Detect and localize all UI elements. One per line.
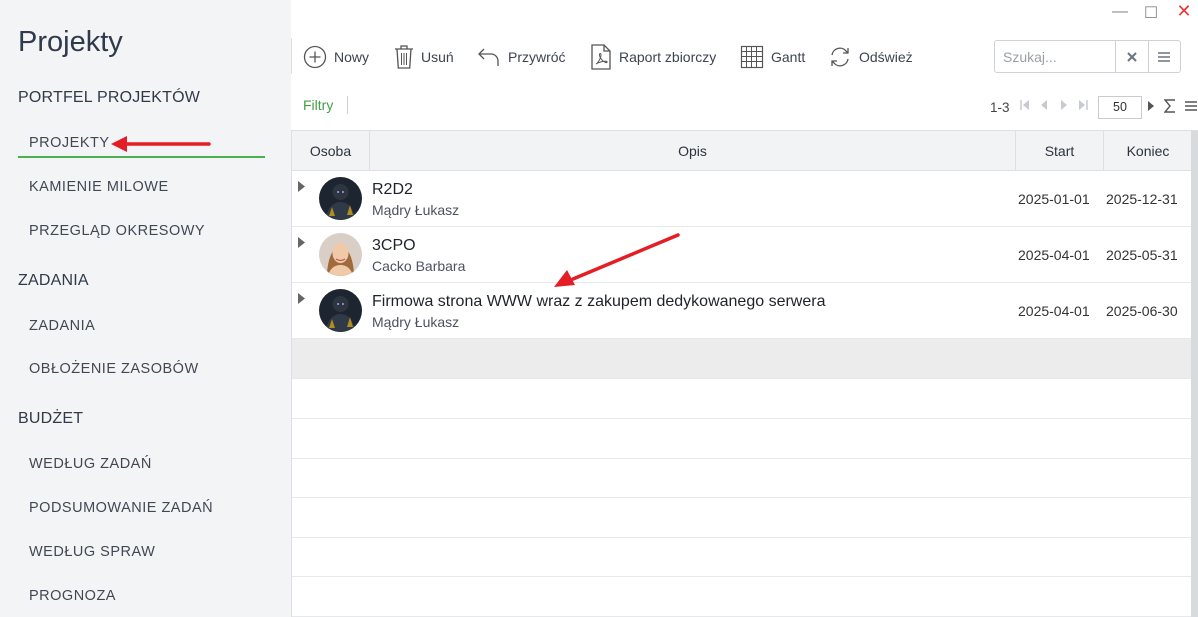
refresh-button[interactable]: Odśwież [828,40,913,74]
grid-line [292,458,1192,459]
play-icon[interactable] [1147,100,1155,112]
page-size-input[interactable]: 50 [1098,96,1142,119]
avatar [319,177,362,220]
expand-row-icon[interactable] [298,237,305,248]
sidebar-item-projekty[interactable]: PROJEKTY [18,128,265,158]
pager-range: 1-3 [990,100,1010,115]
search-options-button[interactable] [1147,41,1181,72]
section-zadania: ZADANIA [18,272,89,289]
section-budzet: BUDŻET [18,410,84,427]
project-title: 3CPO [372,237,416,254]
sidebar-item-zadania[interactable]: ZADANIA [18,311,265,341]
section-portfel: PORTFEL PROJEKTÓW [18,89,201,106]
report-button[interactable]: Raport zbiorczy [590,40,716,74]
project-end-date: 2025-05-31 [1106,247,1178,263]
project-title: R2D2 [372,181,413,198]
search-box [994,40,1181,73]
project-owner: Mądry Łukasz [372,314,460,330]
minimize-button[interactable]: — [1110,3,1130,21]
filters-divider [347,96,348,114]
empty-row [292,339,1192,379]
refresh-button-label: Odśwież [859,49,913,65]
trash-icon [395,45,413,69]
filters-link[interactable]: Filtry [303,97,333,113]
sidebar-item-przeglad-okresowy[interactable]: PRZEGLĄD OKRESOWY [18,216,265,246]
clear-search-button[interactable] [1115,41,1148,72]
table-row[interactable]: 3CPO Cacko Barbara 2025-04-01 2025-05-31 [292,227,1192,283]
project-start-date: 2025-04-01 [1018,303,1090,319]
table-row[interactable]: R2D2 Mądry Łukasz 2025-01-01 2025-12-31 [292,171,1192,227]
columns-menu-icon[interactable] [1185,101,1197,111]
gantt-button-label: Gantt [771,49,806,65]
project-owner: Mądry Łukasz [372,202,460,218]
pdf-file-icon [591,44,611,70]
avatar [319,233,362,276]
first-page-icon[interactable] [1020,99,1030,111]
grid-header: Osoba Opis Start Koniec [292,131,1192,171]
project-end-date: 2025-06-30 [1106,303,1178,319]
column-header-description[interactable]: Opis [370,131,1016,171]
new-button[interactable]: Nowy [303,40,369,74]
sidebar-item-wedlug-zadan[interactable]: WEDŁUG ZADAŃ [18,449,265,479]
delete-button-label: Usuń [421,49,454,65]
expand-row-icon[interactable] [298,181,305,192]
sum-icon[interactable] [1164,99,1176,113]
delete-button[interactable]: Usuń [394,40,454,74]
sidebar-item-oblozenie-zasobow[interactable]: OBŁOŻENIE ZASOBÓW [18,354,265,384]
sidebar-item-prognoza[interactable]: PROGNOZA [18,581,265,611]
table-row[interactable]: Firmowa strona WWW wraz z zakupem dedyko… [292,283,1192,339]
grid-line [292,537,1192,538]
column-header-start[interactable]: Start [1016,131,1104,171]
projects-grid: Osoba Opis Start Koniec R2D2 Mądry Łukas… [291,130,1198,617]
close-icon [1127,51,1137,62]
sidebar-item-kamienie-milowe[interactable]: KAMIENIE MILOWE [18,172,265,202]
menu-icon [1158,51,1171,62]
grid-line [292,418,1192,419]
vertical-scrollbar[interactable] [1191,131,1198,617]
restore-button[interactable]: Przywróć [477,40,566,74]
report-button-label: Raport zbiorczy [619,49,717,65]
expand-row-icon[interactable] [298,293,305,304]
sidebar-item-wedlug-spraw[interactable]: WEDŁUG SPRAW [18,537,265,567]
undo-icon [478,48,499,66]
column-header-person[interactable]: Osoba [292,131,370,171]
prev-page-icon[interactable] [1040,99,1048,111]
project-start-date: 2025-04-01 [1018,247,1090,263]
new-button-label: Nowy [334,49,370,65]
sidebar-item-podsumowanie-zadan[interactable]: PODSUMOWANIE ZADAŃ [18,493,265,523]
gantt-button[interactable]: Gantt [740,40,805,74]
close-button[interactable]: ✕ [1174,1,1194,22]
maximize-button[interactable]: ☐ [1141,3,1161,23]
last-page-icon[interactable] [1078,99,1088,111]
search-input[interactable] [995,41,1115,72]
plus-circle-icon [303,45,327,69]
page-title: Projekty [18,26,123,58]
grid-line [292,497,1192,498]
project-title: Firmowa strona WWW wraz z zakupem dedyko… [372,293,826,310]
project-owner: Cacko Barbara [372,258,466,274]
project-start-date: 2025-01-01 [1018,191,1090,207]
restore-button-label: Przywróć [508,49,566,65]
toolbar-divider [291,38,292,74]
grid-icon [740,45,764,69]
avatar [319,289,362,332]
sidebar: Projekty PORTFEL PROJEKTÓW PROJEKTY KAMI… [0,0,291,617]
project-end-date: 2025-12-31 [1106,191,1178,207]
next-page-icon[interactable] [1060,99,1068,111]
refresh-icon [831,47,849,67]
grid-line [292,576,1192,577]
column-header-end[interactable]: Koniec [1104,131,1192,171]
